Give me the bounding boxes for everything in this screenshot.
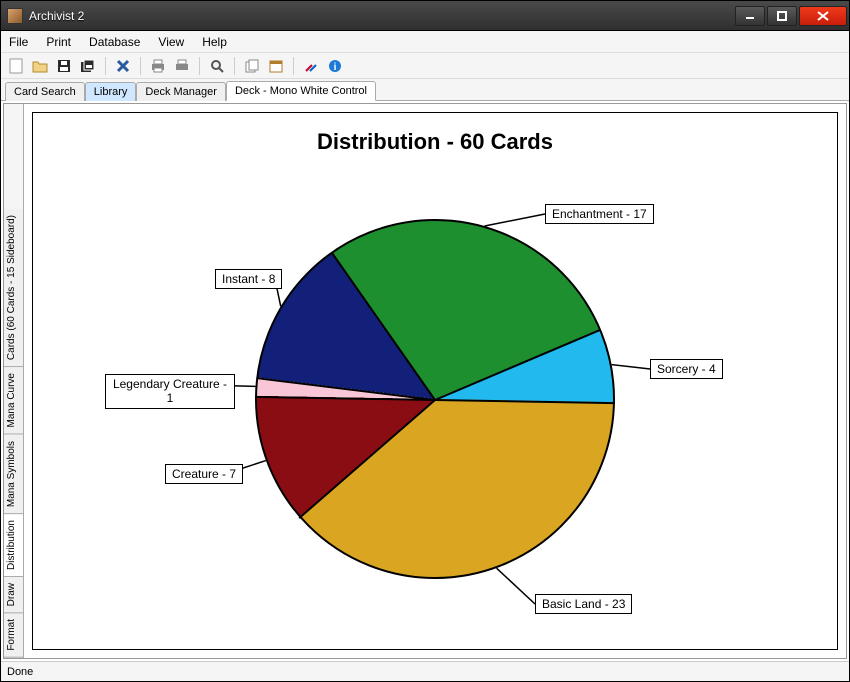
side-tab-mana-curve[interactable]: Mana Curve bbox=[4, 367, 23, 434]
slice-label-creature: Creature - 7 bbox=[165, 464, 243, 484]
chart-panel: Distribution - 60 Cards Enchantment - 17… bbox=[24, 104, 846, 658]
slice-label-legendary-creature: Legendary Creature -1 bbox=[105, 374, 235, 409]
statusbar: Done bbox=[1, 661, 849, 681]
tab-library[interactable]: Library bbox=[85, 82, 137, 101]
app-icon bbox=[7, 8, 23, 24]
settings-icon[interactable] bbox=[302, 57, 320, 75]
tab-deck-manager[interactable]: Deck Manager bbox=[136, 82, 226, 101]
minimize-button[interactable] bbox=[735, 6, 765, 26]
calendar-icon[interactable] bbox=[267, 57, 285, 75]
toolbar: i bbox=[1, 53, 849, 79]
menu-help[interactable]: Help bbox=[202, 35, 227, 49]
side-tabstrip: Format Draw Distribution Mana Symbols Ma… bbox=[4, 104, 24, 658]
slice-label-sorcery: Sorcery - 4 bbox=[650, 359, 723, 379]
side-tab-cards[interactable]: Cards (60 Cards - 15 Sideboard) bbox=[4, 209, 23, 367]
separator-icon bbox=[105, 57, 106, 75]
titlebar: Archivist 2 bbox=[1, 1, 849, 31]
tab-deck-current[interactable]: Deck - Mono White Control bbox=[226, 81, 376, 101]
window-title: Archivist 2 bbox=[29, 9, 735, 23]
status-text: Done bbox=[7, 666, 33, 678]
delete-icon[interactable] bbox=[114, 57, 132, 75]
side-tab-distribution[interactable]: Distribution bbox=[4, 514, 23, 577]
chart-title: Distribution - 60 Cards bbox=[317, 129, 553, 155]
slice-label-basic-land: Basic Land - 23 bbox=[535, 594, 632, 614]
slice-label-enchantment: Enchantment - 17 bbox=[545, 204, 654, 224]
side-tab-mana-symbols[interactable]: Mana Symbols bbox=[4, 435, 23, 514]
content-area: Format Draw Distribution Mana Symbols Ma… bbox=[3, 103, 847, 659]
chart-box: Distribution - 60 Cards Enchantment - 17… bbox=[32, 112, 838, 650]
menu-view[interactable]: View bbox=[158, 35, 184, 49]
print-preview-icon[interactable] bbox=[173, 57, 191, 75]
menu-file[interactable]: File bbox=[9, 35, 28, 49]
separator-icon bbox=[234, 57, 235, 75]
maximize-button[interactable] bbox=[767, 6, 797, 26]
separator-icon bbox=[140, 57, 141, 75]
search-icon[interactable] bbox=[208, 57, 226, 75]
separator-icon bbox=[293, 57, 294, 75]
info-icon[interactable]: i bbox=[326, 57, 344, 75]
open-icon[interactable] bbox=[31, 57, 49, 75]
save-all-icon[interactable] bbox=[79, 57, 97, 75]
print-icon[interactable] bbox=[149, 57, 167, 75]
slice-label-instant: Instant - 8 bbox=[215, 269, 282, 289]
side-tab-draw[interactable]: Draw bbox=[4, 577, 23, 613]
separator-icon bbox=[199, 57, 200, 75]
app-window: Archivist 2 File Print Database View Hel… bbox=[0, 0, 850, 682]
save-icon[interactable] bbox=[55, 57, 73, 75]
tabstrip: Card Search Library Deck Manager Deck - … bbox=[1, 79, 849, 101]
tab-card-search[interactable]: Card Search bbox=[5, 82, 85, 101]
side-tab-format[interactable]: Format bbox=[4, 613, 23, 658]
menu-print[interactable]: Print bbox=[46, 35, 71, 49]
pie-chart: Enchantment - 17 Sorcery - 4 Basic Land - … bbox=[53, 169, 817, 629]
svg-text:i: i bbox=[334, 62, 337, 73]
copy-icon[interactable] bbox=[243, 57, 261, 75]
new-icon[interactable] bbox=[7, 57, 25, 75]
close-button[interactable] bbox=[799, 6, 847, 26]
menu-database[interactable]: Database bbox=[89, 35, 140, 49]
menubar: File Print Database View Help bbox=[1, 31, 849, 53]
